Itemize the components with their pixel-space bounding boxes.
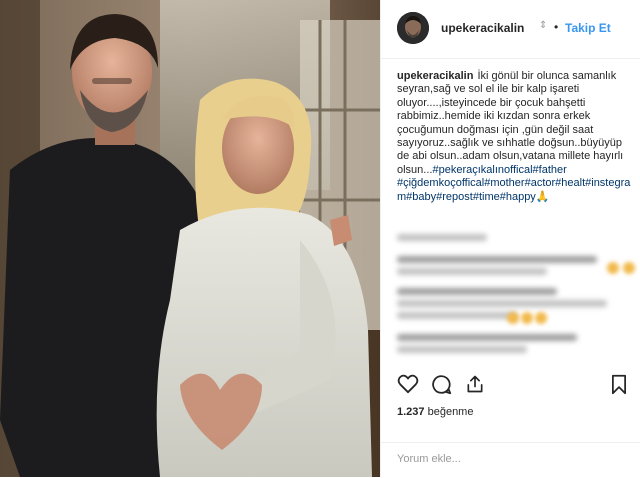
bookmark-icon[interactable]	[610, 374, 628, 400]
avatar[interactable]	[397, 12, 429, 44]
caption-text: İki gönül bir olunca samanlık seyran,sağ…	[397, 70, 624, 176]
caption-username[interactable]: upekeracikalin	[397, 70, 473, 82]
post-photo[interactable]	[0, 0, 380, 477]
post-sidebar: upekeracikalin ⇕ • Takip Et upekeracikal…	[380, 0, 640, 477]
blurred-timestamp	[397, 234, 627, 246]
caption-emoji: 🙏	[535, 190, 550, 203]
heart-icon[interactable]	[397, 374, 419, 399]
blurred-emoji	[607, 262, 619, 274]
comment-input[interactable]	[397, 453, 625, 465]
share-icon[interactable]	[465, 374, 485, 399]
likes-count[interactable]: 1.237 beğenme	[397, 406, 473, 418]
avatar-image	[397, 12, 429, 44]
follow-button[interactable]: Takip Et	[565, 21, 611, 35]
comment-bar	[381, 442, 640, 478]
blurred-emoji	[623, 262, 635, 274]
likes-label: beğenme	[427, 406, 474, 418]
likes-number: 1.237	[397, 406, 425, 418]
couple-photo-illustration	[0, 0, 380, 477]
blurred-emoji	[521, 312, 533, 324]
blurred-emoji	[507, 312, 519, 324]
verified-chevron-icon: ⇕	[539, 20, 548, 31]
blurred-comment-3	[397, 334, 627, 358]
blurred-comment-1	[397, 256, 627, 280]
post-caption: upekeracikalin İki gönül bir olunca saman…	[397, 70, 633, 204]
post-actions	[381, 368, 640, 402]
caption-hashtags[interactable]: #pekeraçıkalınoffical#father #çiğdemkoço…	[397, 164, 630, 203]
username-link[interactable]: upekeracikalin	[441, 21, 524, 35]
separator-dot: •	[554, 20, 559, 34]
blurred-emoji	[535, 312, 547, 324]
post-header: upekeracikalin ⇕ • Takip Et	[381, 0, 640, 59]
comment-icon[interactable]	[431, 374, 452, 400]
